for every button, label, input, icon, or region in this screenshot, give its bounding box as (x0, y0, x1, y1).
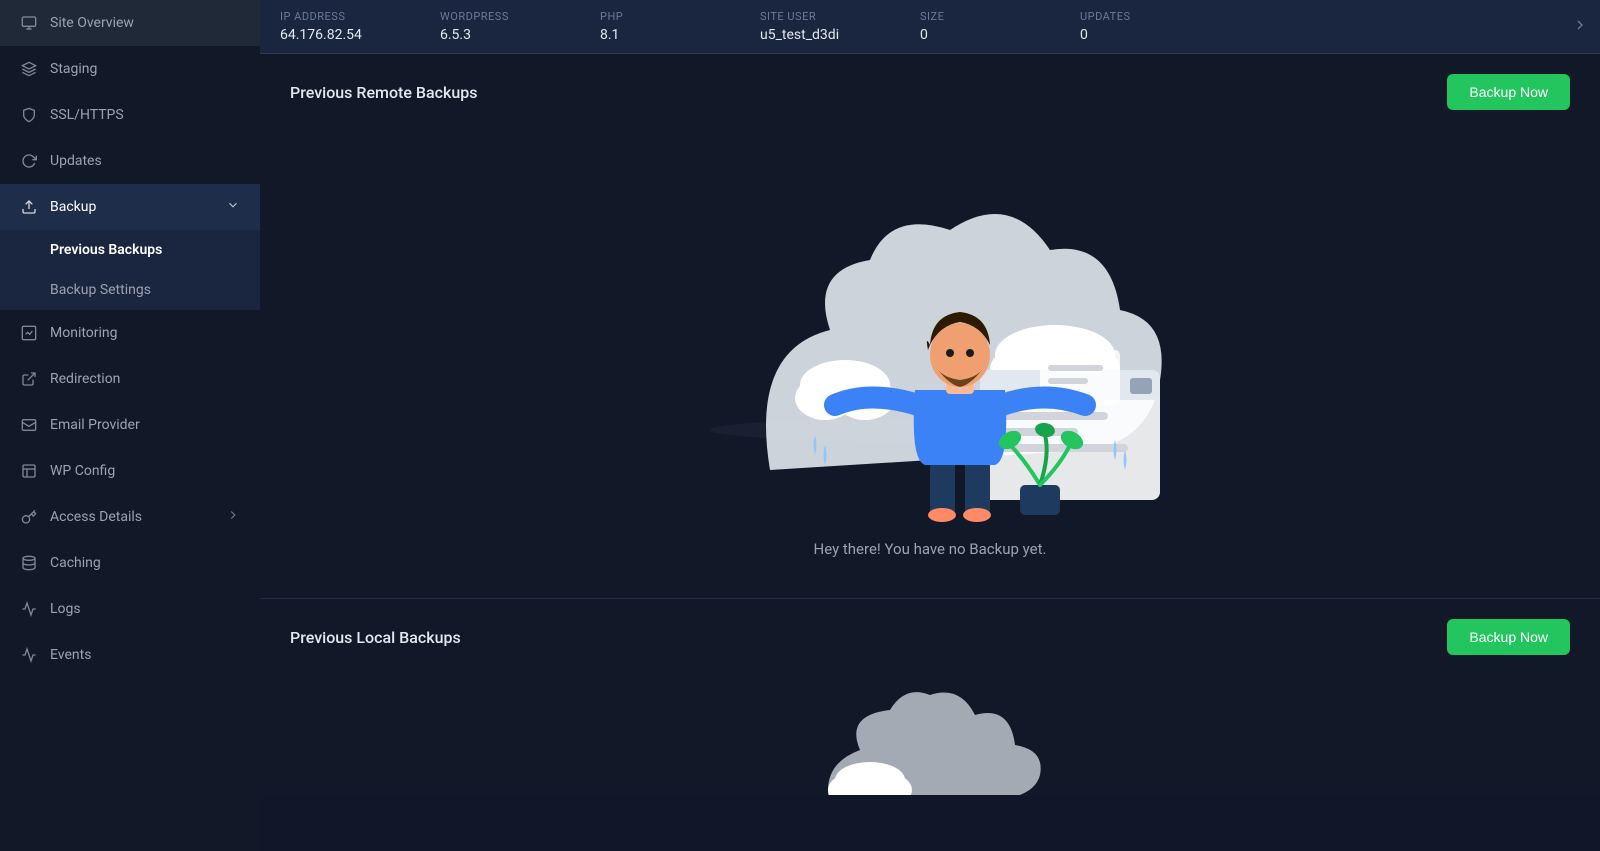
topbar-updates-value: 0 (1080, 27, 1200, 43)
topbar-size-label: SIZE (920, 10, 1040, 23)
backup-icon (20, 198, 38, 216)
topbar-site-user-value: u5_test_d3di (760, 27, 880, 43)
chevron-right-icon (226, 508, 240, 526)
local-backups-section: Previous Local Backups Backup Now (260, 599, 1600, 795)
topbar-php: PHP 8.1 (580, 0, 740, 53)
sidebar-item-email-label: Email Provider (50, 417, 240, 433)
remote-backups-header: Previous Remote Backups Backup Now (260, 54, 1600, 130)
shield-icon (20, 106, 38, 124)
topbar-ip-label: IP ADDRESS (280, 10, 400, 23)
backup-settings-label: Backup Settings (50, 282, 151, 298)
sidebar-item-site-overview-label: Site Overview (50, 15, 240, 31)
sidebar-item-events[interactable]: Events (0, 632, 260, 678)
remote-backup-empty-text: Hey there! You have no Backup yet. (814, 540, 1047, 558)
sidebar: Site Overview Staging SSL/HTTPS Updates … (0, 0, 260, 851)
topbar-wp: WORDPRESS 6.5.3 (420, 0, 580, 53)
main-content: IP ADDRESS 64.176.82.54 WORDPRESS 6.5.3 … (260, 0, 1600, 851)
sidebar-item-ssl[interactable]: SSL/HTTPS (0, 92, 260, 138)
topbar-ip-value: 64.176.82.54 (280, 27, 400, 43)
remote-backup-illustration (670, 150, 1190, 530)
topbar-site-user: SITE USER u5_test_d3di (740, 0, 900, 53)
sidebar-item-backup-label: Backup (50, 199, 214, 215)
redirect-icon (20, 370, 38, 388)
events-icon (20, 646, 38, 664)
sidebar-item-monitoring[interactable]: Monitoring (0, 310, 260, 356)
sidebar-item-updates-label: Updates (50, 153, 240, 169)
remote-backup-now-button[interactable]: Backup Now (1447, 74, 1570, 110)
layers-icon (20, 60, 38, 78)
sidebar-item-email-provider[interactable]: Email Provider (0, 402, 260, 448)
sidebar-item-events-label: Events (50, 647, 240, 663)
local-backups-header: Previous Local Backups Backup Now (260, 599, 1600, 675)
sidebar-item-staging[interactable]: Staging (0, 46, 260, 92)
topbar-ip: IP ADDRESS 64.176.82.54 (260, 0, 420, 53)
topbar-updates-label: UPDATES (1080, 10, 1200, 23)
local-backup-illustration-partial (780, 685, 1080, 795)
chevron-down-icon (226, 198, 240, 216)
key-icon (20, 508, 38, 526)
sidebar-item-updates[interactable]: Updates (0, 138, 260, 184)
refresh-icon (20, 152, 38, 170)
topbar-size: SIZE 0 (900, 0, 1060, 53)
remote-backups-title: Previous Remote Backups (290, 83, 477, 102)
previous-backups-label: Previous Backups (50, 242, 162, 258)
local-backup-now-button[interactable]: Backup Now (1447, 619, 1570, 655)
sidebar-submenu-backup-settings[interactable]: Backup Settings (0, 270, 260, 310)
sidebar-item-backup[interactable]: Backup (0, 184, 260, 230)
backup-submenu: Previous Backups Backup Settings (0, 230, 260, 310)
topbar-size-value: 0 (920, 27, 1040, 43)
sidebar-item-ssl-label: SSL/HTTPS (50, 107, 240, 123)
sidebar-item-access-details-label: Access Details (50, 509, 214, 525)
sidebar-item-wp-config[interactable]: WP Config (0, 448, 260, 494)
wpconfig-icon (20, 462, 38, 480)
sidebar-item-redirection[interactable]: Redirection (0, 356, 260, 402)
page-content: Previous Remote Backups Backup Now (260, 54, 1600, 851)
topbar-wp-label: WORDPRESS (440, 10, 560, 23)
sidebar-item-logs-label: Logs (50, 601, 240, 617)
logs-icon (20, 600, 38, 618)
topbar-php-value: 8.1 (600, 27, 720, 43)
topbar: IP ADDRESS 64.176.82.54 WORDPRESS 6.5.3 … (260, 0, 1600, 54)
sidebar-item-redirection-label: Redirection (50, 371, 240, 387)
topbar-site-user-label: SITE USER (760, 10, 880, 23)
sidebar-item-logs[interactable]: Logs (0, 586, 260, 632)
sidebar-item-wp-config-label: WP Config (50, 463, 240, 479)
sidebar-item-caching-label: Caching (50, 555, 240, 571)
monitoring-icon (20, 324, 38, 342)
sidebar-item-staging-label: Staging (50, 61, 240, 77)
sidebar-item-access-details[interactable]: Access Details (0, 494, 260, 540)
monitor-icon (20, 14, 38, 32)
caching-icon (20, 554, 38, 572)
sidebar-item-site-overview[interactable]: Site Overview (0, 0, 260, 46)
topbar-php-label: PHP (600, 10, 720, 23)
topbar-updates: UPDATES 0 (1060, 0, 1220, 53)
topbar-wp-value: 6.5.3 (440, 27, 560, 43)
email-icon (20, 416, 38, 434)
sidebar-item-caching[interactable]: Caching (0, 540, 260, 586)
local-backups-title: Previous Local Backups (290, 628, 461, 647)
scroll-right-icon[interactable] (1560, 7, 1600, 47)
sidebar-item-monitoring-label: Monitoring (50, 325, 240, 341)
remote-backups-section: Previous Remote Backups Backup Now (260, 54, 1600, 598)
remote-backup-empty-state: Hey there! You have no Backup yet. (260, 130, 1600, 598)
sidebar-submenu-previous-backups[interactable]: Previous Backups (0, 230, 260, 270)
